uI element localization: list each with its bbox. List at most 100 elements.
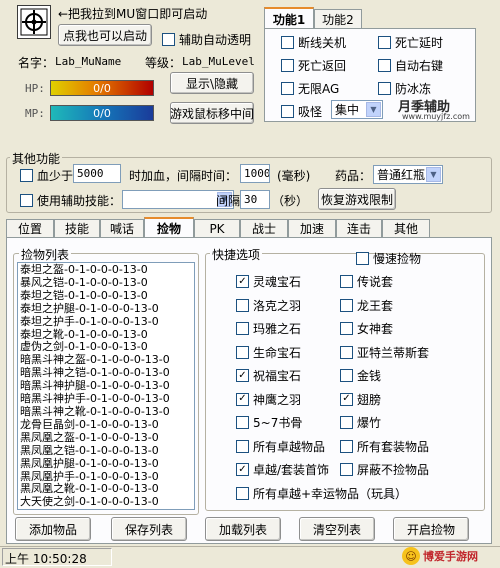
list-item[interactable]: 泰坦之盔-0-1-0-0-0-13-0 [20, 263, 192, 277]
blood-below-box[interactable] [20, 169, 33, 182]
quick-option-box[interactable] [236, 439, 249, 453]
quick-option-box[interactable] [340, 416, 353, 429]
tab-pickup[interactable]: 捡物 [144, 217, 194, 238]
quick-option-right-4[interactable]: 金钱 [340, 367, 381, 384]
opt-death-return-box[interactable] [281, 59, 294, 72]
list-item[interactable]: 暗黑斗神之靴-0-1-0-0-0-13-0 [20, 405, 192, 419]
quick-option-left-5[interactable]: ✓ 神鹰之羽 [236, 391, 301, 408]
quick-option-right-3[interactable]: 亚特兰蒂斯套 [340, 344, 429, 361]
quick-option-box[interactable] [340, 439, 353, 453]
opt-anti-freeze-box[interactable] [378, 82, 391, 95]
opt-infinite-ag[interactable]: 无限AG [281, 80, 339, 97]
list-item[interactable]: 黑凤凰之铠-0-1-0-0-0-13-0 [20, 444, 192, 458]
blood-threshold-input[interactable]: 5000 [73, 164, 121, 183]
add-item-button[interactable]: 添加物品 [15, 517, 91, 541]
quick-option-left-7[interactable]: 所有卓越物品 [236, 438, 325, 455]
opt-anti-freeze[interactable]: 防冰冻 [378, 80, 431, 97]
use-skill-box[interactable] [20, 194, 33, 207]
absorb-mode-select[interactable]: 集中 ▼ [331, 100, 383, 119]
quick-option-left-1[interactable]: 洛克之羽 [236, 297, 301, 314]
quick-option-right-0[interactable]: 传说套 [340, 273, 393, 290]
aux-transparent-checkbox[interactable]: 辅助自动透明 [162, 31, 251, 48]
tab-combo[interactable]: 连击 [336, 219, 382, 237]
aux-transparent-box[interactable] [162, 33, 175, 46]
quick-option-box[interactable] [340, 345, 353, 359]
quick-option-box[interactable] [236, 416, 249, 429]
blood-below-checkbox[interactable]: 血少于 [20, 167, 73, 184]
tab-position[interactable]: 位置 [6, 219, 54, 237]
tab-pk[interactable]: PK [194, 219, 240, 237]
quick-option-box[interactable] [236, 345, 249, 359]
opt-death-delay-box[interactable] [378, 36, 391, 49]
opt-disconnect-shutdown[interactable]: 断线关机 [281, 34, 346, 51]
list-item[interactable]: 黑凤凰之盔-0-1-0-0-0-13-0 [20, 431, 192, 445]
opt-absorb-monsters-box[interactable] [281, 105, 294, 118]
quick-option-right-6[interactable]: 爆竹 [340, 414, 381, 431]
opt-auto-right-click[interactable]: 自动右键 [378, 57, 443, 74]
opt-death-delay[interactable]: 死亡延时 [378, 34, 443, 51]
quick-option-right-8[interactable]: 屏蔽不捡物品 [340, 461, 429, 478]
quick-option-right-5[interactable]: ✓ 翅膀 [340, 391, 381, 408]
list-item[interactable]: 泰坦之护手-0-1-0-0-0-13-0 [20, 315, 192, 329]
quick-option-left-8[interactable]: ✓ 卓越/套装首饰 [236, 461, 329, 478]
opt-infinite-ag-box[interactable] [281, 82, 294, 95]
quick-option-left-2[interactable]: 玛雅之石 [236, 320, 301, 337]
opt-excellent-lucky-box[interactable] [236, 487, 249, 500]
interval-input[interactable]: 1000 [240, 164, 270, 183]
list-item[interactable]: 黑凤凰护腿-0-1-0-0-0-13-0 [20, 457, 192, 471]
quick-option-box[interactable]: ✓ [236, 275, 249, 288]
quick-option-box[interactable] [340, 369, 353, 382]
tab-shout[interactable]: 喊话 [100, 219, 144, 237]
tab-function1[interactable]: 功能1 [264, 7, 314, 29]
clear-list-button[interactable]: 清空列表 [299, 517, 375, 541]
list-item[interactable]: 泰坦之铠-0-1-0-0-0-13-0 [20, 289, 192, 303]
start-pickup-button[interactable]: 开启捡物 [393, 517, 469, 541]
show-hide-button[interactable]: 显示\隐藏 [170, 72, 254, 94]
quick-option-right-2[interactable]: 女神套 [340, 320, 393, 337]
quick-option-left-3[interactable]: 生命宝石 [236, 344, 301, 361]
target-icon[interactable] [17, 5, 51, 39]
pick-list[interactable]: 泰坦之盔-0-1-0-0-0-13-0 暴风之铠-0-1-0-0-0-13-0 … [17, 262, 195, 510]
list-item[interactable]: 暴风之铠-0-1-0-0-0-13-0 [20, 276, 192, 290]
opt-excellent-lucky[interactable]: 所有卓越+幸运物品（玩具） [236, 485, 407, 502]
tab-other[interactable]: 其他 [382, 219, 430, 237]
quick-option-box[interactable]: ✓ [236, 392, 249, 406]
quick-option-box[interactable]: ✓ [236, 463, 249, 476]
potion-select[interactable]: 普通红瓶 ▼ [373, 165, 443, 184]
quick-option-box[interactable] [340, 298, 353, 312]
quick-option-right-1[interactable]: 龙王套 [340, 297, 393, 314]
opt-absorb-monsters[interactable]: 吸怪 [281, 103, 322, 120]
opt-auto-right-click-box[interactable] [378, 59, 391, 72]
save-list-button[interactable]: 保存列表 [111, 517, 187, 541]
quick-option-box[interactable] [236, 298, 249, 312]
skill-gap-input[interactable]: 30 [240, 190, 270, 209]
quick-option-box[interactable]: ✓ [236, 369, 249, 382]
tab-function2[interactable]: 功能2 [314, 9, 362, 28]
list-item[interactable]: 龙骨巨晶剑-0-1-0-0-0-13-0 [20, 418, 192, 432]
load-list-button[interactable]: 加载列表 [205, 517, 281, 541]
tab-warrior[interactable]: 战士 [240, 219, 288, 237]
quick-option-left-4[interactable]: ✓ 祝福宝石 [236, 367, 301, 384]
list-item[interactable]: 大天使之剑-0-1-0-0-0-13-0 [20, 495, 192, 509]
mouse-center-button[interactable]: 游戏鼠标移中间 [170, 102, 254, 124]
quick-option-box[interactable] [340, 463, 353, 476]
quick-option-label: 所有套装物品 [357, 439, 430, 454]
quick-option-box[interactable]: ✓ [340, 392, 353, 406]
quick-option-right-7[interactable]: 所有套装物品 [340, 438, 429, 455]
slow-pick-checkbox[interactable]: 慢速捡物 [356, 250, 421, 267]
quick-option-box[interactable] [340, 322, 353, 335]
quick-option-label: 灵魂宝石 [253, 275, 302, 289]
quick-option-box[interactable] [236, 322, 249, 335]
tab-speed[interactable]: 加速 [288, 219, 336, 237]
slow-pick-box[interactable] [356, 252, 369, 265]
quick-option-left-6[interactable]: 5~7书骨 [236, 414, 302, 431]
click-start-button[interactable]: 点我也可以启动 [58, 24, 152, 46]
use-skill-checkbox[interactable]: 使用辅助技能： [20, 192, 121, 209]
opt-disconnect-shutdown-box[interactable] [281, 36, 294, 49]
tab-skills[interactable]: 技能 [54, 219, 100, 237]
quick-option-left-0[interactable]: ✓ 灵魂宝石 [236, 273, 301, 290]
list-item[interactable]: 泰坦之护腿-0-1-0-0-0-13-0 [20, 302, 192, 316]
quick-option-box[interactable] [340, 275, 353, 288]
restore-limits-button[interactable]: 恢复游戏限制 [318, 188, 396, 210]
opt-death-return[interactable]: 死亡返回 [281, 57, 346, 74]
